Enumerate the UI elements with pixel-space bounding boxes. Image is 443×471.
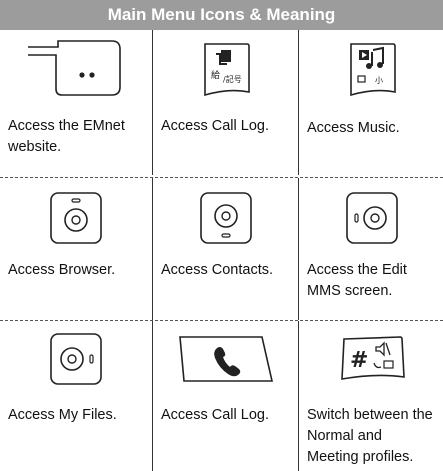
table-cell: Access Call Log. <box>152 321 299 471</box>
cell-caption: Access Music. <box>307 120 400 136</box>
table-row: Access Browser. Access Contacts. Access … <box>0 177 443 320</box>
table-cell: # Switch between the Normal and Meeting … <box>298 321 443 471</box>
cell-caption: Access My Files. <box>8 407 117 423</box>
cell-caption: Access the EMnet website. <box>8 118 125 155</box>
icon-table-page: Main Menu Icons & Meaning Access the EMn… <box>0 0 443 471</box>
contacts-key-icon <box>200 192 252 244</box>
cell-caption: Access Call Log. <box>161 118 269 134</box>
emnet-key-icon <box>28 40 121 96</box>
table-cell: 給 /記号 Access Call Log. <box>152 30 299 175</box>
browser-key-icon <box>50 192 102 244</box>
svg-text:小: 小 <box>375 76 383 85</box>
svg-text:/記号: /記号 <box>223 74 242 84</box>
table-row: Access the EMnet website. 給 /記号 Access C… <box>0 30 443 175</box>
table-cell: Access the Edit MMS screen. <box>298 178 443 320</box>
table-cell: Access Contacts. <box>152 178 299 320</box>
cell-caption: Switch between the Normal and Meeting pr… <box>307 407 433 465</box>
my-files-key-icon <box>50 333 102 385</box>
cell-caption: Access Call Log. <box>161 407 269 423</box>
cell-caption: Access Contacts. <box>161 262 274 278</box>
table-cell: Access the EMnet website. <box>0 30 152 175</box>
cell-caption: Access the Edit MMS screen. <box>307 262 407 299</box>
svg-text:#: # <box>350 348 368 373</box>
call-key-icon <box>179 336 274 382</box>
cell-caption: Access Browser. <box>8 262 116 278</box>
call-log-key-icon: 給 /記号 <box>204 43 250 97</box>
table-row: Access My Files. Access Call Log. # Swit… <box>0 320 443 471</box>
table-cell: Access Browser. <box>0 178 152 320</box>
table-cell: Access My Files. <box>0 321 152 471</box>
svg-text:給: 給 <box>211 69 220 81</box>
table-cell: 小 Access Music. <box>298 30 443 175</box>
edit-mms-key-icon <box>345 192 398 244</box>
table-header: Main Menu Icons & Meaning <box>0 0 443 30</box>
hash-profile-key-icon: # <box>340 336 405 380</box>
music-key-icon: 小 <box>349 43 396 97</box>
